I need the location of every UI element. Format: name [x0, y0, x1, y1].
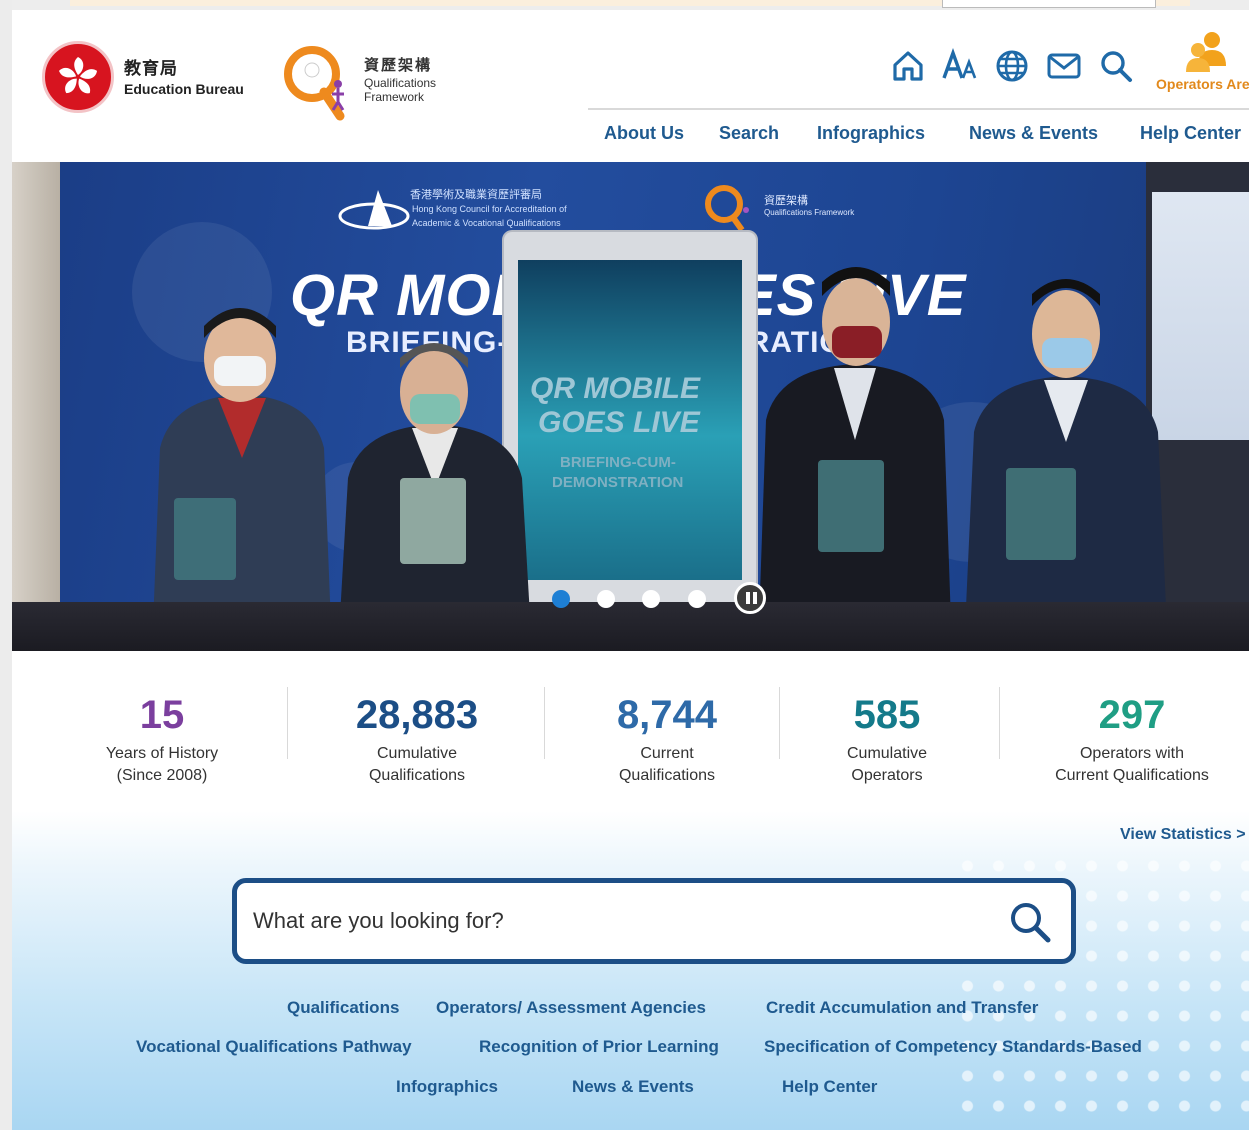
quick-link-qualifications[interactable]: Qualifications: [287, 998, 399, 1018]
hero-left-wall: [12, 162, 60, 651]
nav-divider: [588, 108, 1249, 110]
kiosk-subtitle-2: DEMONSTRATION: [552, 474, 684, 491]
quick-link-news-events[interactable]: News & Events: [572, 1077, 694, 1097]
stat-label-1: Operators with: [1079, 745, 1185, 762]
hksar-emblem-logo[interactable]: [42, 41, 114, 113]
qf-name-en-2: Framework: [364, 90, 425, 104]
qf-name-zh: 資歷架構: [364, 56, 433, 74]
pause-icon[interactable]: [734, 582, 766, 614]
stat-label-2: Qualifications: [368, 767, 466, 784]
quick-link-credit-transfer[interactable]: Credit Accumulation and Transfer: [766, 998, 1038, 1018]
stat-label-2: Operators: [851, 767, 923, 784]
nav-news-events[interactable]: News & Events: [969, 123, 1098, 144]
stat-current-qualifications: 8,744 Current Qualifications: [582, 651, 752, 787]
font-size-icon[interactable]: [942, 48, 978, 84]
quick-link-operators[interactable]: Operators/ Assessment Agencies: [436, 998, 706, 1018]
kiosk-title-1: QR MOBILE: [530, 372, 700, 405]
stat-divider: [287, 687, 288, 759]
quick-link-vq-pathway[interactable]: Vocational Qualifications Pathway: [136, 1037, 412, 1057]
nav-about-us[interactable]: About Us: [604, 123, 684, 144]
stat-label-1: Cumulative: [846, 745, 928, 762]
quick-link-help-center[interactable]: Help Center: [782, 1077, 877, 1097]
search-button-icon[interactable]: [1007, 899, 1053, 945]
stat-label-1: Current: [640, 745, 694, 762]
nav-search[interactable]: Search: [719, 123, 779, 144]
search-icon[interactable]: [1098, 48, 1134, 84]
kiosk-title-2: GOES LIVE: [538, 406, 700, 439]
stat-label-2: (Since 2008): [116, 767, 208, 784]
presenter-person: [758, 267, 952, 651]
stat-cumulative-qualifications: 28,883 Cumulative Qualifications: [322, 651, 512, 787]
qf-mini-name-zh: 資歷架構: [764, 194, 808, 207]
quick-link-infographics[interactable]: Infographics: [396, 1077, 498, 1097]
qf-name-en-1: Qualifications: [364, 76, 437, 90]
council-name-en-1: Hong Kong Council for Accreditation of: [412, 204, 567, 214]
carousel-dot-4[interactable]: [688, 590, 706, 608]
top-input-edge: [942, 0, 1156, 8]
qf-mini-name-en: Qualifications Framework: [764, 208, 855, 217]
stat-divider: [544, 687, 545, 759]
stat-label-1: Years of History: [105, 745, 219, 762]
carousel-dot-3[interactable]: [642, 590, 660, 608]
presenter-person: [152, 308, 332, 651]
quick-link-scs[interactable]: Specification of Competency Standards-Ba…: [764, 1037, 1142, 1057]
carousel-dot-2[interactable]: [597, 590, 615, 608]
stat-label-2: Qualifications: [618, 767, 716, 784]
stat-operators-current-qualifications: 297 Operators with Current Qualification…: [1032, 651, 1232, 787]
carousel-dot-1[interactable]: [552, 590, 570, 608]
council-name-zh: 香港學術及職業資歷評審局: [410, 188, 542, 201]
search-box: [232, 878, 1076, 964]
quick-link-rpl[interactable]: Recognition of Prior Learning: [479, 1037, 719, 1057]
stat-value: 28,883: [355, 693, 479, 737]
presenter-person: [964, 279, 1168, 651]
view-statistics-link[interactable]: View Statistics >: [1120, 826, 1246, 844]
operators-area-link[interactable]: Operators Area: [1156, 76, 1249, 92]
kiosk-subtitle-1: BRIEFING-CUM-: [560, 454, 676, 471]
stat-label-2: Current Qualifications: [1055, 767, 1209, 784]
statistics-bar: 15 Years of History (Since 2008) 28,883 …: [12, 651, 1249, 811]
hero-floor: [12, 602, 1249, 651]
search-input[interactable]: [253, 897, 993, 945]
nav-help-center[interactable]: Help Center: [1140, 123, 1241, 144]
stat-years: 15 Years of History (Since 2008): [82, 651, 242, 787]
language-globe-icon[interactable]: [994, 48, 1030, 84]
hero-carousel[interactable]: 香港學術及職業資歷評審局 Hong Kong Council for Accre…: [12, 162, 1249, 651]
mail-icon[interactable]: [1046, 48, 1082, 84]
site-header: 教育局 Education Bureau 資歷架構 Qualifications…: [12, 10, 1249, 162]
stat-value: 297: [1098, 693, 1166, 737]
stat-value: 15: [139, 693, 185, 737]
stat-value: 8,744: [616, 693, 718, 737]
qf-logo[interactable]: [276, 40, 358, 122]
stat-value: 585: [853, 693, 921, 737]
browser-top-strip: [0, 0, 1249, 10]
page: 教育局 Education Bureau 資歷架構 Qualifications…: [12, 10, 1249, 1130]
council-name-en-2: Academic & Vocational Qualifications: [412, 218, 561, 228]
stat-cumulative-operators: 585 Cumulative Operators: [812, 651, 962, 787]
stat-label-1: Cumulative: [376, 745, 458, 762]
left-gutter: [0, 0, 12, 1130]
home-icon[interactable]: [890, 48, 926, 84]
stat-divider: [779, 687, 780, 759]
stat-divider: [999, 687, 1000, 759]
edb-name-zh: 教育局: [124, 59, 178, 79]
nav-infographics[interactable]: Infographics: [817, 123, 925, 144]
edb-name-en: Education Bureau: [124, 81, 244, 97]
